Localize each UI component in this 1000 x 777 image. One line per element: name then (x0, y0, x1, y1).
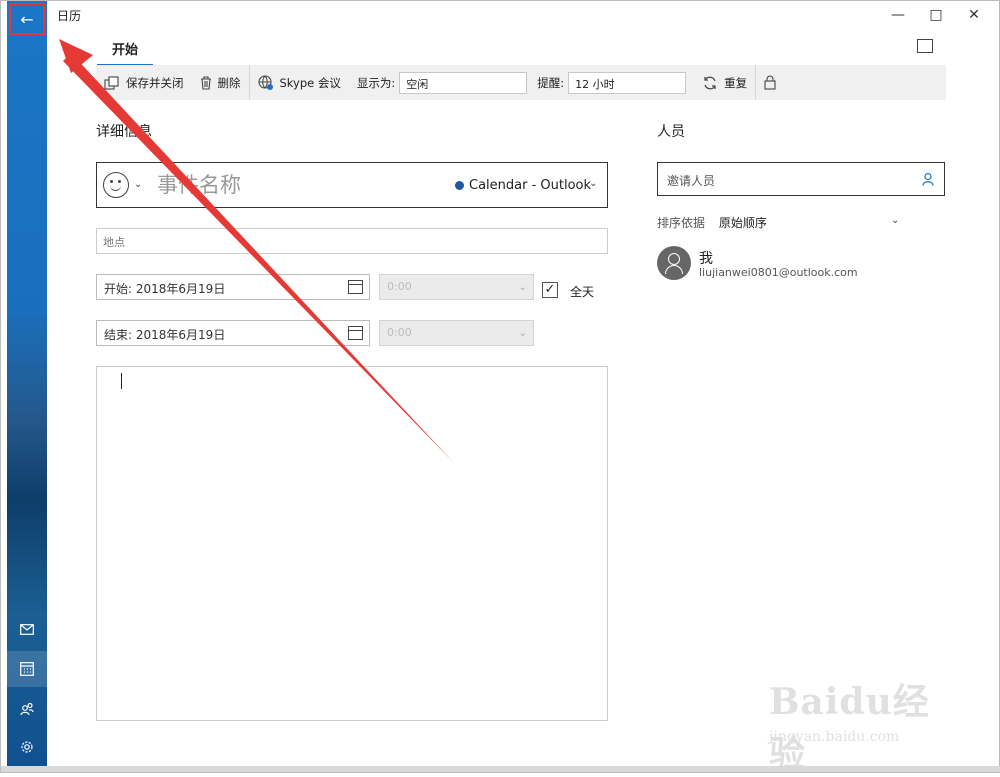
end-time-value: 0:00 (387, 326, 412, 339)
save-close-icon (104, 75, 119, 90)
event-notes-editor[interactable] (96, 366, 608, 721)
sort-by-row[interactable]: 排序依据 原始顺序 ⌄ (657, 214, 900, 231)
taskbar-edge (1, 766, 1000, 772)
details-heading: 详细信息 (96, 124, 152, 140)
calendar-picker-icon[interactable] (348, 326, 363, 340)
end-label: 结束: (104, 328, 133, 342)
skype-icon (257, 74, 273, 90)
text-caret (121, 373, 122, 389)
toolbar: 保存并关闭 删除 Skype 会议 显示为: 空闲 提醒: 12 小时 重复 (96, 65, 946, 100)
end-date-value: 2018年6月19日 (135, 328, 226, 342)
invite-placeholder: 邀请人员 (667, 174, 716, 188)
repeat-label: 重复 (724, 75, 748, 90)
attendee-name[interactable]: 我 (699, 248, 713, 268)
invite-people-input[interactable]: 邀请人员 (657, 162, 945, 196)
location-input[interactable]: 地点 (96, 228, 608, 254)
popout-icon[interactable] (917, 39, 933, 53)
people-icon (20, 702, 34, 716)
calendar-window: ← 日历 — □ ✕ 开始 保存并关闭 删除 Skype 会议 显示为: 空闲 … (0, 0, 1000, 775)
back-arrow-icon: ← (20, 9, 34, 29)
show-as-label: 显示为: (356, 75, 396, 90)
start-label: 开始: (104, 282, 133, 296)
reminder-field[interactable]: 12 小时 (568, 71, 687, 94)
minimize-button[interactable]: — (883, 5, 913, 25)
reminder-label: 提醒: (537, 75, 565, 90)
title-bar: 日历 — □ ✕ (47, 1, 999, 29)
attendee-email: liujianwei0801@outlook.com (699, 266, 858, 279)
save-close-label: 保存并关闭 (126, 75, 184, 90)
person-add-icon[interactable] (922, 172, 934, 186)
save-close-button[interactable]: 保存并关闭 (96, 65, 192, 100)
sort-label: 排序依据 (657, 216, 706, 230)
repeat-icon (704, 76, 716, 89)
calendar-picker-icon[interactable] (348, 280, 363, 294)
tab-home[interactable]: 开始 (97, 39, 153, 67)
delete-label: 删除 (217, 75, 241, 90)
skype-label: Skype 会议 (279, 75, 341, 90)
mail-nav-button[interactable] (7, 611, 47, 647)
chevron-down-icon: ⌄ (518, 282, 527, 293)
lock-icon (764, 75, 776, 90)
start-date-value: 2018年6月19日 (135, 282, 226, 296)
avatar (657, 246, 691, 280)
end-time-select[interactable]: 0:00 ⌄ (379, 320, 534, 346)
back-button[interactable]: ← (9, 3, 45, 35)
sort-value: 原始顺序 (718, 216, 767, 230)
people-nav-button[interactable] (7, 691, 47, 727)
settings-icon (21, 741, 33, 753)
calendar-selector[interactable]: Calendar - Outlook (469, 178, 591, 193)
all-day-checkbox[interactable]: ✓ (542, 282, 558, 298)
watermark-url: jingyan.baidu.com (769, 729, 900, 745)
chevron-down-icon[interactable]: ⌄ (134, 179, 142, 190)
watermark-logo-text: Baidu经验 (769, 681, 930, 775)
start-date-field[interactable]: 开始: 2018年6月19日 (96, 274, 370, 300)
calendar-color-dot (455, 181, 464, 190)
calendar-icon (20, 662, 34, 676)
event-name-box[interactable]: ⌄ 事件名称 Calendar - Outlook ⌄ (96, 162, 608, 208)
ribbon-tabs: 开始 (47, 29, 999, 67)
private-button[interactable] (756, 65, 784, 100)
baidu-watermark: Baidu经验 jingyan.baidu.com (769, 673, 949, 775)
delete-button[interactable]: 删除 (192, 65, 249, 100)
start-time-select[interactable]: 0:00 ⌄ (379, 274, 534, 300)
app-title: 日历 (57, 9, 82, 23)
nav-sidebar: ← (7, 1, 47, 768)
skype-meeting-button[interactable]: Skype 会议 (250, 65, 349, 100)
trash-icon (200, 75, 211, 90)
emoji-icon[interactable] (103, 172, 129, 198)
end-date-field[interactable]: 结束: 2018年6月19日 (96, 320, 370, 346)
maximize-button[interactable]: □ (921, 5, 951, 25)
all-day-label: 全天 (570, 285, 595, 299)
chevron-down-icon[interactable]: ⌄ (589, 178, 597, 189)
people-heading: 人员 (657, 124, 685, 140)
repeat-button[interactable]: 重复 (686, 65, 755, 100)
chevron-down-icon: ⌄ (518, 328, 527, 339)
start-time-value: 0:00 (387, 280, 412, 293)
chevron-down-icon: ⌄ (891, 215, 900, 226)
calendar-nav-button[interactable] (7, 651, 47, 687)
close-button[interactable]: ✕ (959, 5, 989, 25)
show-as-field[interactable]: 空闲 (399, 71, 528, 94)
event-name-input[interactable]: 事件名称 (157, 169, 241, 199)
settings-nav-button[interactable] (7, 729, 47, 765)
mail-icon (20, 623, 34, 635)
